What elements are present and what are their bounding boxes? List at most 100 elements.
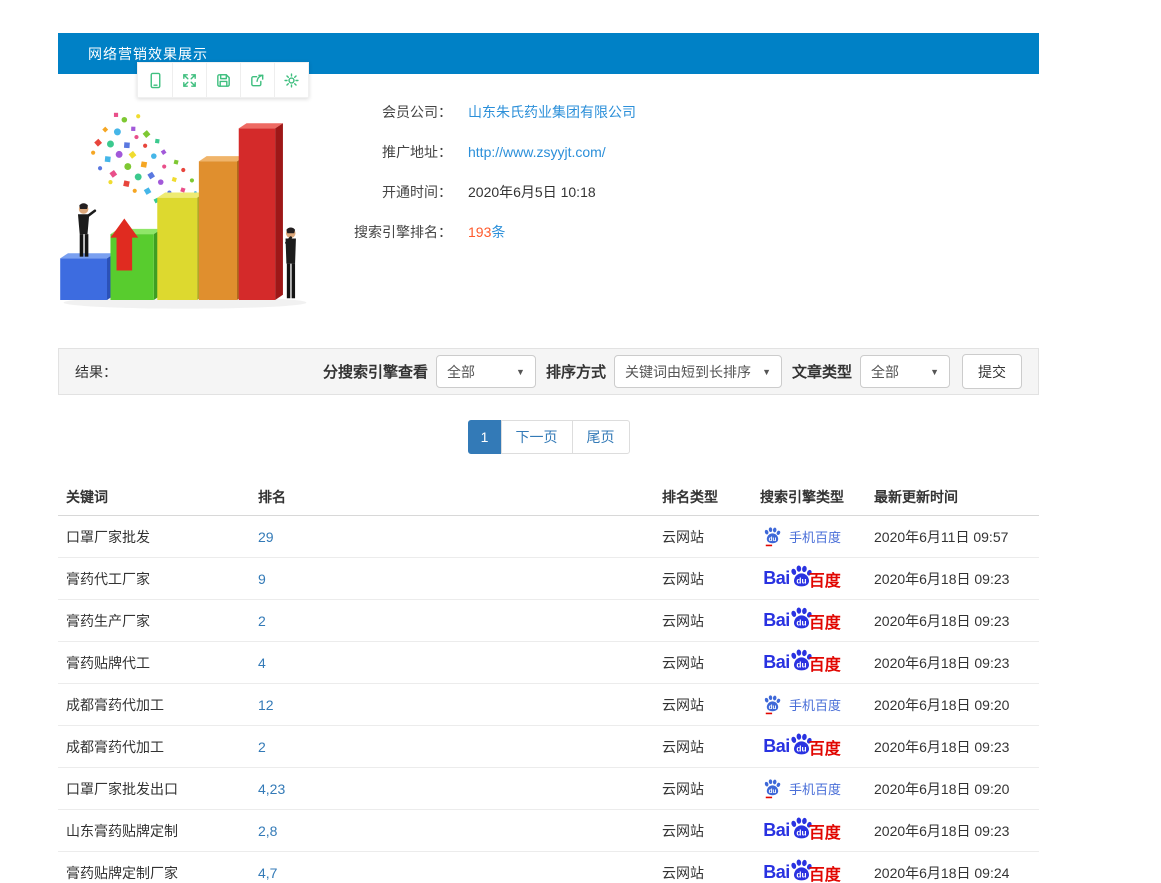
sort-filter-select[interactable]: 关键词由短到长排序 ▼ (613, 355, 782, 388)
table-row: 口罩厂家批发出口 4,23 云网站 du 手机百度 2020年6月18日 09:… (58, 768, 1039, 810)
table-row: 成都膏药代加工 12 云网站 du 手机百度 2020年6月18日 09:20 (58, 684, 1039, 726)
share-button[interactable] (240, 63, 274, 97)
rank-type-cell: 云网站 (662, 696, 704, 713)
keyword-cell: 膏药生产厂家 (66, 612, 150, 629)
engine-cell: du 手机百度 (730, 778, 866, 799)
result-label: 结果： (75, 363, 117, 380)
keyword-cell: 口罩厂家批发出口 (66, 780, 178, 797)
info-row-company: 会员公司： 山东朱氏药业集团有限公司 (340, 92, 636, 132)
mobile-baidu-label: 手机百度 (788, 782, 841, 797)
svg-text:du: du (796, 660, 806, 670)
rank-link[interactable]: 2 (250, 613, 654, 629)
svg-text:du: du (769, 788, 777, 795)
baidu-logo-cn: 百度 (808, 572, 841, 590)
rank-link[interactable]: 4 (250, 655, 654, 671)
member-info: 会员公司： 山东朱氏药业集团有限公司 推广地址： http://www.zsyy… (340, 92, 636, 252)
keyword-cell: 膏药贴牌代工 (66, 654, 150, 671)
rank-link[interactable]: 2 (250, 739, 654, 755)
baidu-logo-bai: Bai (763, 568, 790, 588)
promo-url-label: 推广地址： (382, 144, 452, 160)
company-link[interactable]: 山东朱氏药业集团有限公司 (468, 102, 636, 122)
updated-cell: 2020年6月18日 09:23 (874, 822, 1010, 839)
rank-link[interactable]: 12 (250, 697, 654, 713)
rank-type-cell: 云网站 (662, 738, 704, 755)
rank-link[interactable]: 2,8 (250, 823, 654, 839)
save-button[interactable] (206, 63, 240, 97)
rank-link[interactable]: 29 (250, 529, 654, 545)
table-body: 口罩厂家批发 29 云网站 du 手机百度 2020年6月11日 09:57 膏… (58, 516, 1039, 883)
article-type-label: 文章类型 (791, 364, 852, 381)
table-row: 膏药贴牌代工 4 云网站 Bai du 百度 2020年6月18日 09:23 (58, 642, 1039, 684)
baidu-logo-bai: Bai (763, 610, 790, 630)
open-time-label: 开通时间： (382, 184, 452, 200)
table-row: 膏药生产厂家 2 云网站 Bai du 百度 2020年6月18日 09:23 (58, 600, 1039, 642)
engine-filter-select[interactable]: 全部 ▼ (435, 355, 536, 388)
updated-cell: 2020年6月11日 09:57 (874, 528, 1009, 545)
rank-count-value: 193条 (468, 222, 505, 242)
fullscreen-button[interactable] (172, 63, 206, 97)
open-time-value: 2020年6月5日 10:18 (468, 184, 596, 200)
fullscreen-icon (183, 73, 196, 87)
mobile-baidu-label: 手机百度 (788, 530, 841, 545)
submit-button[interactable]: 提交 (962, 354, 1022, 389)
mobile-preview-icon (150, 72, 160, 88)
rank-link[interactable]: 4,7 (250, 865, 654, 881)
column-engine-type: 搜索引擎类型 (760, 488, 844, 505)
keyword-cell: 山东膏药贴牌定制 (66, 822, 178, 839)
column-updated: 最新更新时间 (874, 488, 958, 505)
growth-chart-illustration (55, 84, 315, 334)
engine-cell: Bai du 百度 (730, 606, 866, 635)
rank-link[interactable]: 4,23 (250, 781, 654, 797)
settings-button[interactable] (274, 63, 308, 97)
promo-url-link[interactable]: http://www.zsyyjt.com/ (468, 144, 606, 160)
rank-type-cell: 云网站 (662, 780, 704, 797)
svg-text:du: du (796, 744, 806, 754)
rank-link[interactable]: 9 (250, 571, 654, 587)
sort-filter-label: 排序方式 (545, 364, 606, 381)
mobile-baidu-paw-icon: du (764, 695, 781, 715)
page-1-button[interactable]: 1 (467, 420, 502, 454)
svg-text:du: du (769, 704, 777, 711)
last-page-button[interactable]: 尾页 (571, 420, 630, 454)
updated-cell: 2020年6月18日 09:24 (874, 864, 1010, 881)
table-row: 膏药代工厂家 9 云网站 Bai du 百度 2020年6月18日 09:23 (58, 558, 1039, 600)
mobile-baidu-logo: du 手机百度 (763, 526, 841, 547)
engine-cell: Bai du 百度 (730, 816, 866, 845)
baidu-logo-cn: 百度 (808, 614, 841, 632)
rank-type-cell: 云网站 (662, 570, 704, 587)
mobile-preview-button[interactable] (138, 63, 172, 97)
rank-type-cell: 云网站 (662, 864, 704, 881)
baidu-logo-bai: Bai (763, 862, 790, 882)
rank-type-cell: 云网站 (662, 612, 704, 629)
column-keyword: 关键词 (66, 488, 108, 505)
next-page-button[interactable]: 下一页 (500, 420, 573, 454)
column-rank-type: 排名类型 (662, 488, 718, 505)
svg-text:du: du (796, 870, 806, 880)
article-type-value: 全部 (871, 363, 899, 380)
keyword-cell: 成都膏药代加工 (66, 738, 164, 755)
article-type-select[interactable]: 全部 ▼ (860, 355, 950, 388)
rank-count-number: 193 (468, 224, 492, 240)
mobile-baidu-paw-icon: du (764, 779, 781, 799)
updated-cell: 2020年6月18日 09:20 (874, 780, 1010, 797)
filter-bar: 结果： 分搜索引擎查看 全部 ▼ 排序方式 关键词由短到长排序 ▼ 文章类型 全… (58, 348, 1039, 395)
chevron-down-icon: ▼ (516, 366, 525, 377)
mobile-baidu-logo: du 手机百度 (763, 694, 841, 715)
rank-type-cell: 云网站 (662, 528, 704, 545)
svg-text:du: du (796, 618, 806, 628)
rank-count-unit: 条 (491, 224, 506, 240)
table-row: 膏药贴牌定制厂家 4,7 云网站 Bai du 百度 2020年6月18日 09… (58, 852, 1039, 883)
rank-type-cell: 云网站 (662, 654, 704, 671)
settings-icon (284, 72, 299, 88)
table-row: 口罩厂家批发 29 云网站 du 手机百度 2020年6月11日 09:57 (58, 516, 1039, 558)
page: 网络营销效果展示 会员公司： 山东朱氏药业集团有限公司 推广地址： http:/… (0, 0, 1161, 883)
baidu-logo: Bai du 百度 (763, 816, 841, 845)
table-header: 关键词 排名 排名类型 搜索引擎类型 最新更新时间 (58, 478, 1039, 516)
rank-count-label: 搜索引擎排名： (354, 224, 452, 240)
keyword-cell: 膏药贴牌定制厂家 (66, 864, 178, 881)
updated-cell: 2020年6月18日 09:23 (874, 738, 1010, 755)
baidu-logo-cn: 百度 (808, 656, 841, 674)
preview-toolbar (137, 62, 309, 98)
engine-cell: Bai du 百度 (730, 564, 866, 593)
mobile-baidu-logo: du 手机百度 (763, 778, 841, 799)
